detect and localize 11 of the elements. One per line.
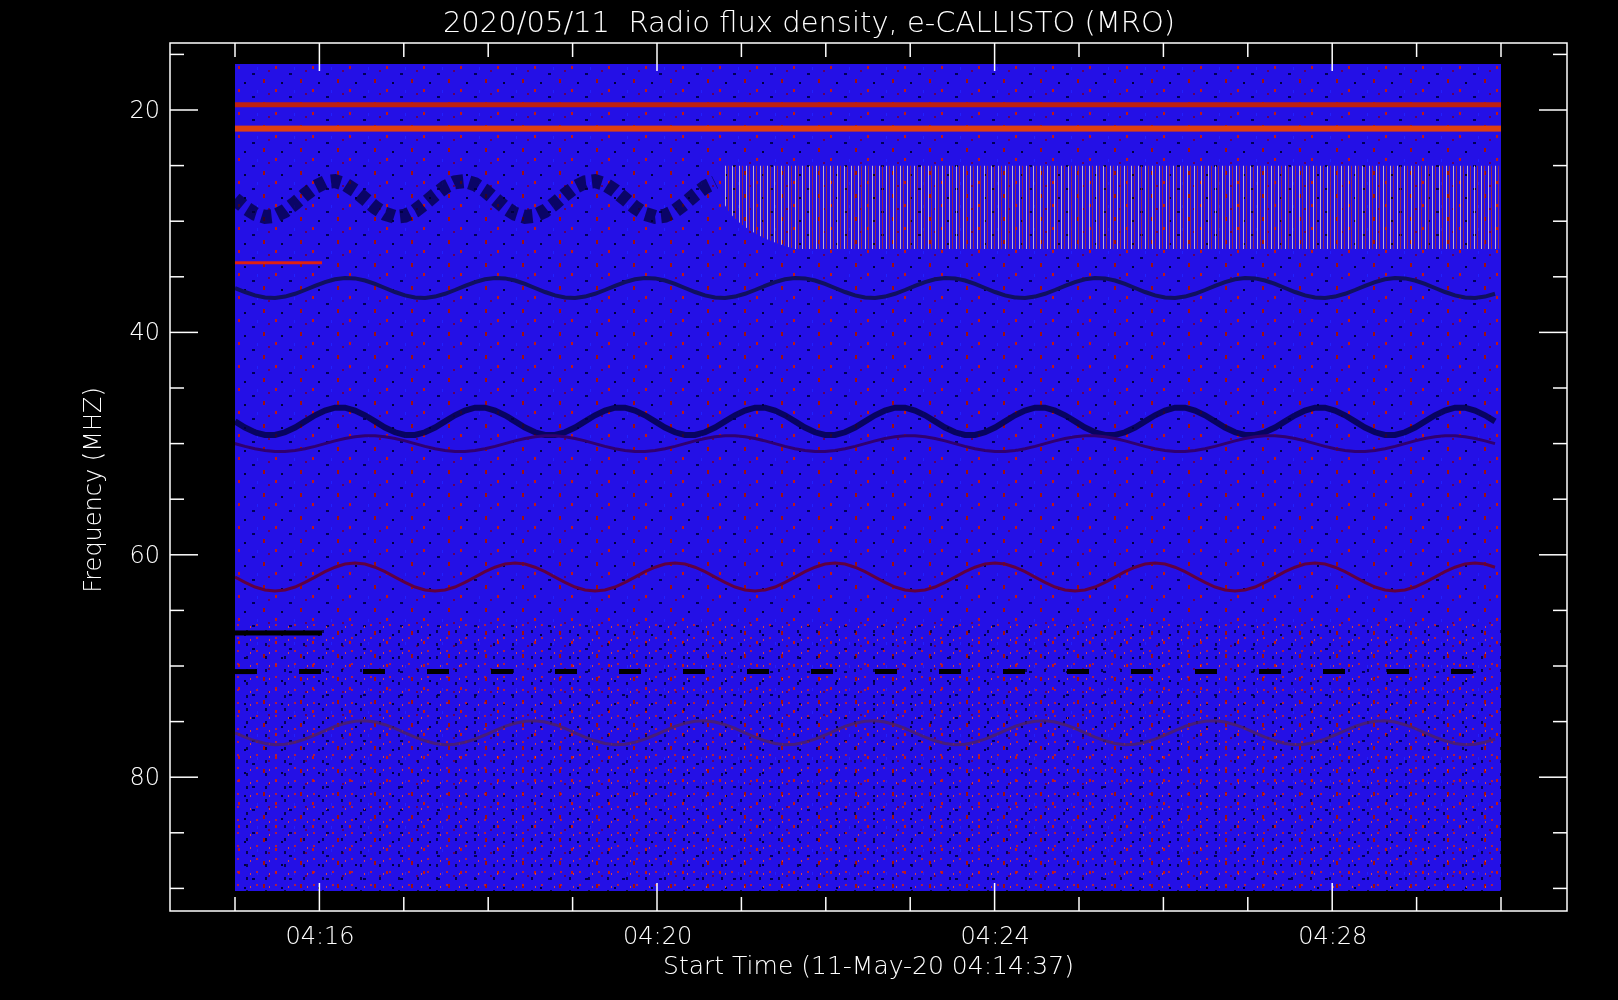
x-tick-label: 04:28 (1297, 921, 1369, 951)
x-axis-label: Start Time (11-May-20 04:14:37) (663, 950, 1074, 982)
x-tick-label: 04:16 (284, 921, 356, 951)
y-tick-label: 20 (128, 95, 160, 125)
y-axis-label: Frequency (MHZ) (78, 387, 108, 593)
x-tick-label: 04:20 (622, 921, 694, 951)
y-tick-label: 60 (128, 539, 160, 570)
y-tick-label: 80 (128, 762, 160, 793)
chart-title: 2020/05/11 Radio flux density, e-CALLISTO (MRO) (441, 4, 1177, 41)
y-tick-label: 40 (128, 317, 160, 348)
x-tick-label: 04:24 (959, 921, 1031, 951)
